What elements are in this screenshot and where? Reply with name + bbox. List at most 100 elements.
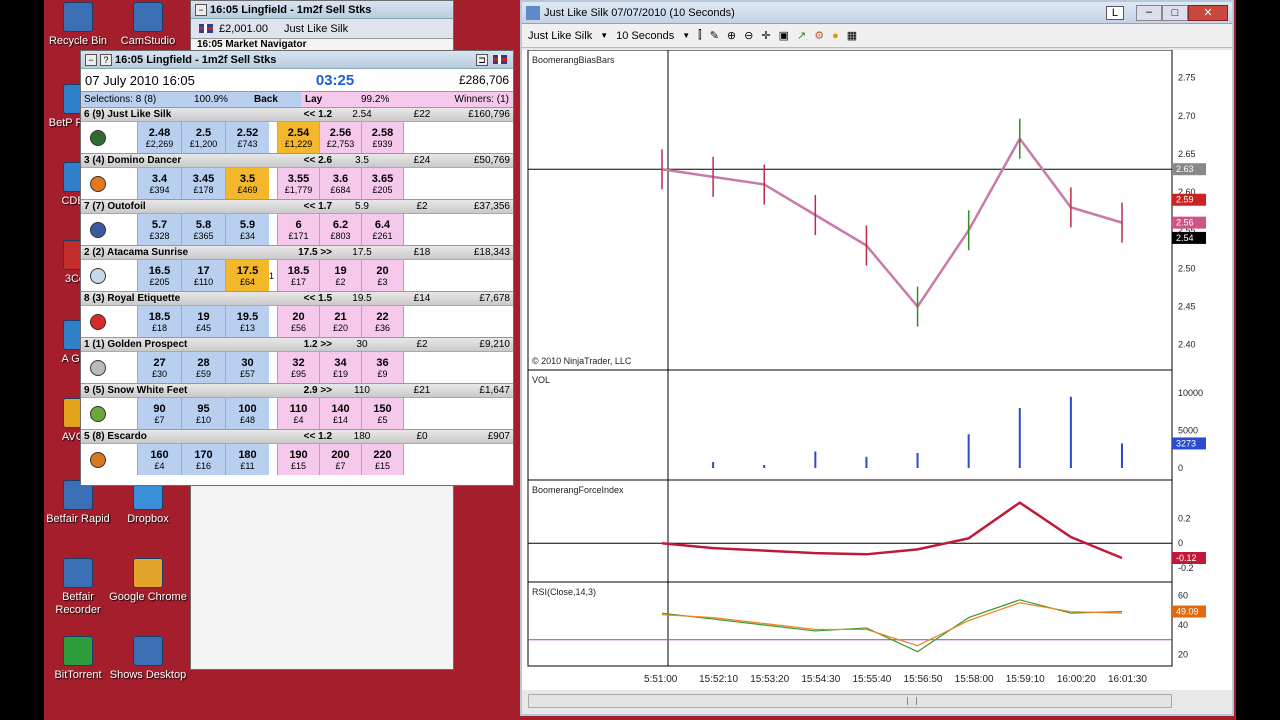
- back-price-cell[interactable]: 18.5 £18: [137, 306, 181, 337]
- lay-price-cell[interactable]: 200 £7: [319, 444, 361, 475]
- lay-price-cell[interactable]: 150 £5: [361, 398, 403, 429]
- zoom-out-icon[interactable]: ⊖: [744, 29, 753, 42]
- lay-price-cell[interactable]: 140 £14: [319, 398, 361, 429]
- interval-selector[interactable]: 10 Seconds: [616, 30, 674, 42]
- ninjatrader-chart-window[interactable]: Just Like Silk 07/07/2010 (10 Seconds) L…: [520, 0, 1234, 716]
- strategy-icon[interactable]: ⚙: [814, 29, 824, 42]
- force-axis-tick: -0.2: [1178, 563, 1194, 573]
- runner-header[interactable]: 7 (7) Outofoil << 1.7 5.9 £2 £37,356: [81, 199, 513, 213]
- chart-title-bar[interactable]: Just Like Silk 07/07/2010 (10 Seconds) L…: [522, 2, 1232, 24]
- desktop-icon-0[interactable]: Recycle Bin: [38, 2, 118, 48]
- lay-price-cell[interactable]: 18.5 £17: [277, 260, 319, 291]
- runner-header[interactable]: 3 (4) Domino Dancer << 2.6 3.5 £24 £50,769: [81, 153, 513, 167]
- back-price-cell[interactable]: 3.45 £178: [181, 168, 225, 199]
- currency-icon[interactable]: ●: [832, 30, 839, 42]
- maximize-icon[interactable]: □: [1162, 4, 1188, 21]
- back-price-cell[interactable]: 27 £30: [137, 352, 181, 383]
- lay-price-cell[interactable]: 20 £56: [277, 306, 319, 337]
- crosshair-icon[interactable]: ✛: [761, 29, 770, 42]
- lay-price-cell[interactable]: 36 £9: [361, 352, 403, 383]
- market-window[interactable]: − ? 16:05 Lingfield - 1m2f Sell Stks ⊐ 0…: [80, 50, 514, 486]
- lay-price-cell[interactable]: 3.65 £205: [361, 168, 403, 199]
- back-price-cell[interactable]: 19 £45: [181, 306, 225, 337]
- back-price-cell[interactable]: 30 £57: [225, 352, 269, 383]
- lay-price-cell[interactable]: 32 £95: [277, 352, 319, 383]
- back-price-cell[interactable]: 5.7 £328: [137, 214, 181, 245]
- back-price-cell[interactable]: 3.5 £469: [225, 168, 269, 199]
- runner-header[interactable]: 1 (1) Golden Prospect 1.2 >> 30 £2 £9,210: [81, 337, 513, 351]
- lay-price-cell[interactable]: 2.58 £939: [361, 122, 403, 153]
- lay-price-cell[interactable]: 21 £20: [319, 306, 361, 337]
- draw-tool-icon[interactable]: ✎: [710, 29, 719, 42]
- lay-price-cell[interactable]: 20 £3: [361, 260, 403, 291]
- desktop-icon-r3[interactable]: Shows Desktop: [108, 636, 188, 682]
- desktop-icon-r1[interactable]: Dropbox: [108, 480, 188, 526]
- scrollbar-thumb[interactable]: [907, 697, 917, 705]
- chevron-down-icon[interactable]: ▼: [600, 31, 608, 40]
- lay-header[interactable]: Lay: [305, 94, 361, 105]
- indicators-icon[interactable]: ↗: [797, 29, 806, 42]
- lay-price-cell[interactable]: 19 £2: [319, 260, 361, 291]
- desktop-icon-6[interactable]: Betfair Rapid: [38, 480, 118, 526]
- lay-price-cell[interactable]: 34 £19: [319, 352, 361, 383]
- market-title-bar[interactable]: − ? 16:05 Lingfield - 1m2f Sell Stks ⊐: [81, 51, 513, 69]
- navigator-title-bar[interactable]: − 16:05 Lingfield - 1m2f Sell Stks: [191, 1, 453, 19]
- runner-header[interactable]: 6 (9) Just Like Silk << 1.2 2.54 £22 £160,79…: [81, 107, 513, 121]
- lay-price-cell[interactable]: 3.55 £1,779: [277, 168, 319, 199]
- desktop-icon-r0[interactable]: CamStudio: [108, 2, 188, 48]
- back-price-cell[interactable]: 3.4 £394: [137, 168, 181, 199]
- runner-header[interactable]: 9 (5) Snow White Feet 2.9 >> 110 £21 £1,647: [81, 383, 513, 397]
- back-price-cell[interactable]: 17 £110: [181, 260, 225, 291]
- back-price-cell[interactable]: 16.5 £205: [137, 260, 181, 291]
- back-price-cell[interactable]: 90 £7: [137, 398, 181, 429]
- minimize-icon[interactable]: −: [85, 53, 97, 66]
- lay-price-cell[interactable]: 22 £36: [361, 306, 403, 337]
- minimize-icon[interactable]: –: [1136, 4, 1162, 21]
- data-box-icon[interactable]: ▦: [847, 29, 857, 42]
- price-marker-label: 2.59: [1176, 195, 1194, 205]
- lay-price-cell[interactable]: 6 £171: [277, 214, 319, 245]
- chart-area[interactable]: BoomerangBiasBars VOL BoomerangForceIndex R…: [522, 49, 1232, 690]
- back-price-cell[interactable]: 5.8 £365: [181, 214, 225, 245]
- back-price-cell[interactable]: 95 £10: [181, 398, 225, 429]
- back-header[interactable]: Back: [254, 94, 278, 105]
- bar-type-icon[interactable]: ⫿: [698, 29, 702, 42]
- desktop-icon-r2[interactable]: Google Chrome: [108, 558, 188, 604]
- back-price-cell[interactable]: 160 £4: [137, 444, 181, 475]
- back-price-cell[interactable]: 2.48 £2,269: [137, 122, 181, 153]
- back-price-cell[interactable]: 17.5 £64: [225, 260, 269, 291]
- runner-header[interactable]: 5 (8) Escardo << 1.2 180 £0 £907: [81, 429, 513, 443]
- back-price-cell[interactable]: 2.5 £1,200: [181, 122, 225, 153]
- properties-icon[interactable]: ▣: [779, 29, 789, 42]
- close-icon[interactable]: ✕: [1188, 4, 1228, 21]
- back-price-cell[interactable]: 28 £59: [181, 352, 225, 383]
- pin-icon[interactable]: ⊐: [476, 53, 488, 66]
- zoom-in-icon[interactable]: ⊕: [727, 29, 736, 42]
- lay-price-cell[interactable]: 2.54 £1,229: [277, 122, 319, 153]
- desktop-icon-8[interactable]: BitTorrent: [38, 636, 118, 682]
- back-price-cell[interactable]: 5.9 £34: [225, 214, 269, 245]
- back-price-cell[interactable]: 170 £16: [181, 444, 225, 475]
- runner-header[interactable]: 8 (3) Royal Etiquette << 1.5 19.5 £14 £7,678: [81, 291, 513, 305]
- minimize-icon[interactable]: −: [195, 3, 207, 16]
- back-price-cell[interactable]: 19.5 £13: [225, 306, 269, 337]
- lay-price-cell[interactable]: 190 £15: [277, 444, 319, 475]
- lay-price-cell[interactable]: 110 £4: [277, 398, 319, 429]
- runner-header[interactable]: 2 (2) Atacama Sunrise 17.5 >> 17.5 £18 £18,3…: [81, 245, 513, 259]
- lay-price-cell[interactable]: 220 £15: [361, 444, 403, 475]
- chevron-down-icon[interactable]: ▼: [682, 31, 690, 40]
- l-button[interactable]: L: [1105, 5, 1124, 20]
- chart-svg[interactable]: BoomerangBiasBars VOL BoomerangForceIndex R…: [522, 49, 1232, 690]
- horizontal-scrollbar[interactable]: [528, 694, 1172, 708]
- lay-price-cell[interactable]: 3.6 £684: [319, 168, 361, 199]
- back-price-cell[interactable]: 180 £11: [225, 444, 269, 475]
- instrument-selector[interactable]: Just Like Silk: [528, 30, 592, 42]
- desktop-icon-7[interactable]: Betfair Recorder: [38, 558, 118, 617]
- lay-price-cell[interactable]: 2.56 £2,753: [319, 122, 361, 153]
- back-price-cell[interactable]: 2.52 £743: [225, 122, 269, 153]
- lay-price-cell[interactable]: 6.4 £261: [361, 214, 403, 245]
- lay-price-cell[interactable]: 6.2 £803: [319, 214, 361, 245]
- row-spacer: [115, 352, 137, 383]
- help-icon[interactable]: ?: [100, 53, 112, 66]
- back-price-cell[interactable]: 100 £48: [225, 398, 269, 429]
